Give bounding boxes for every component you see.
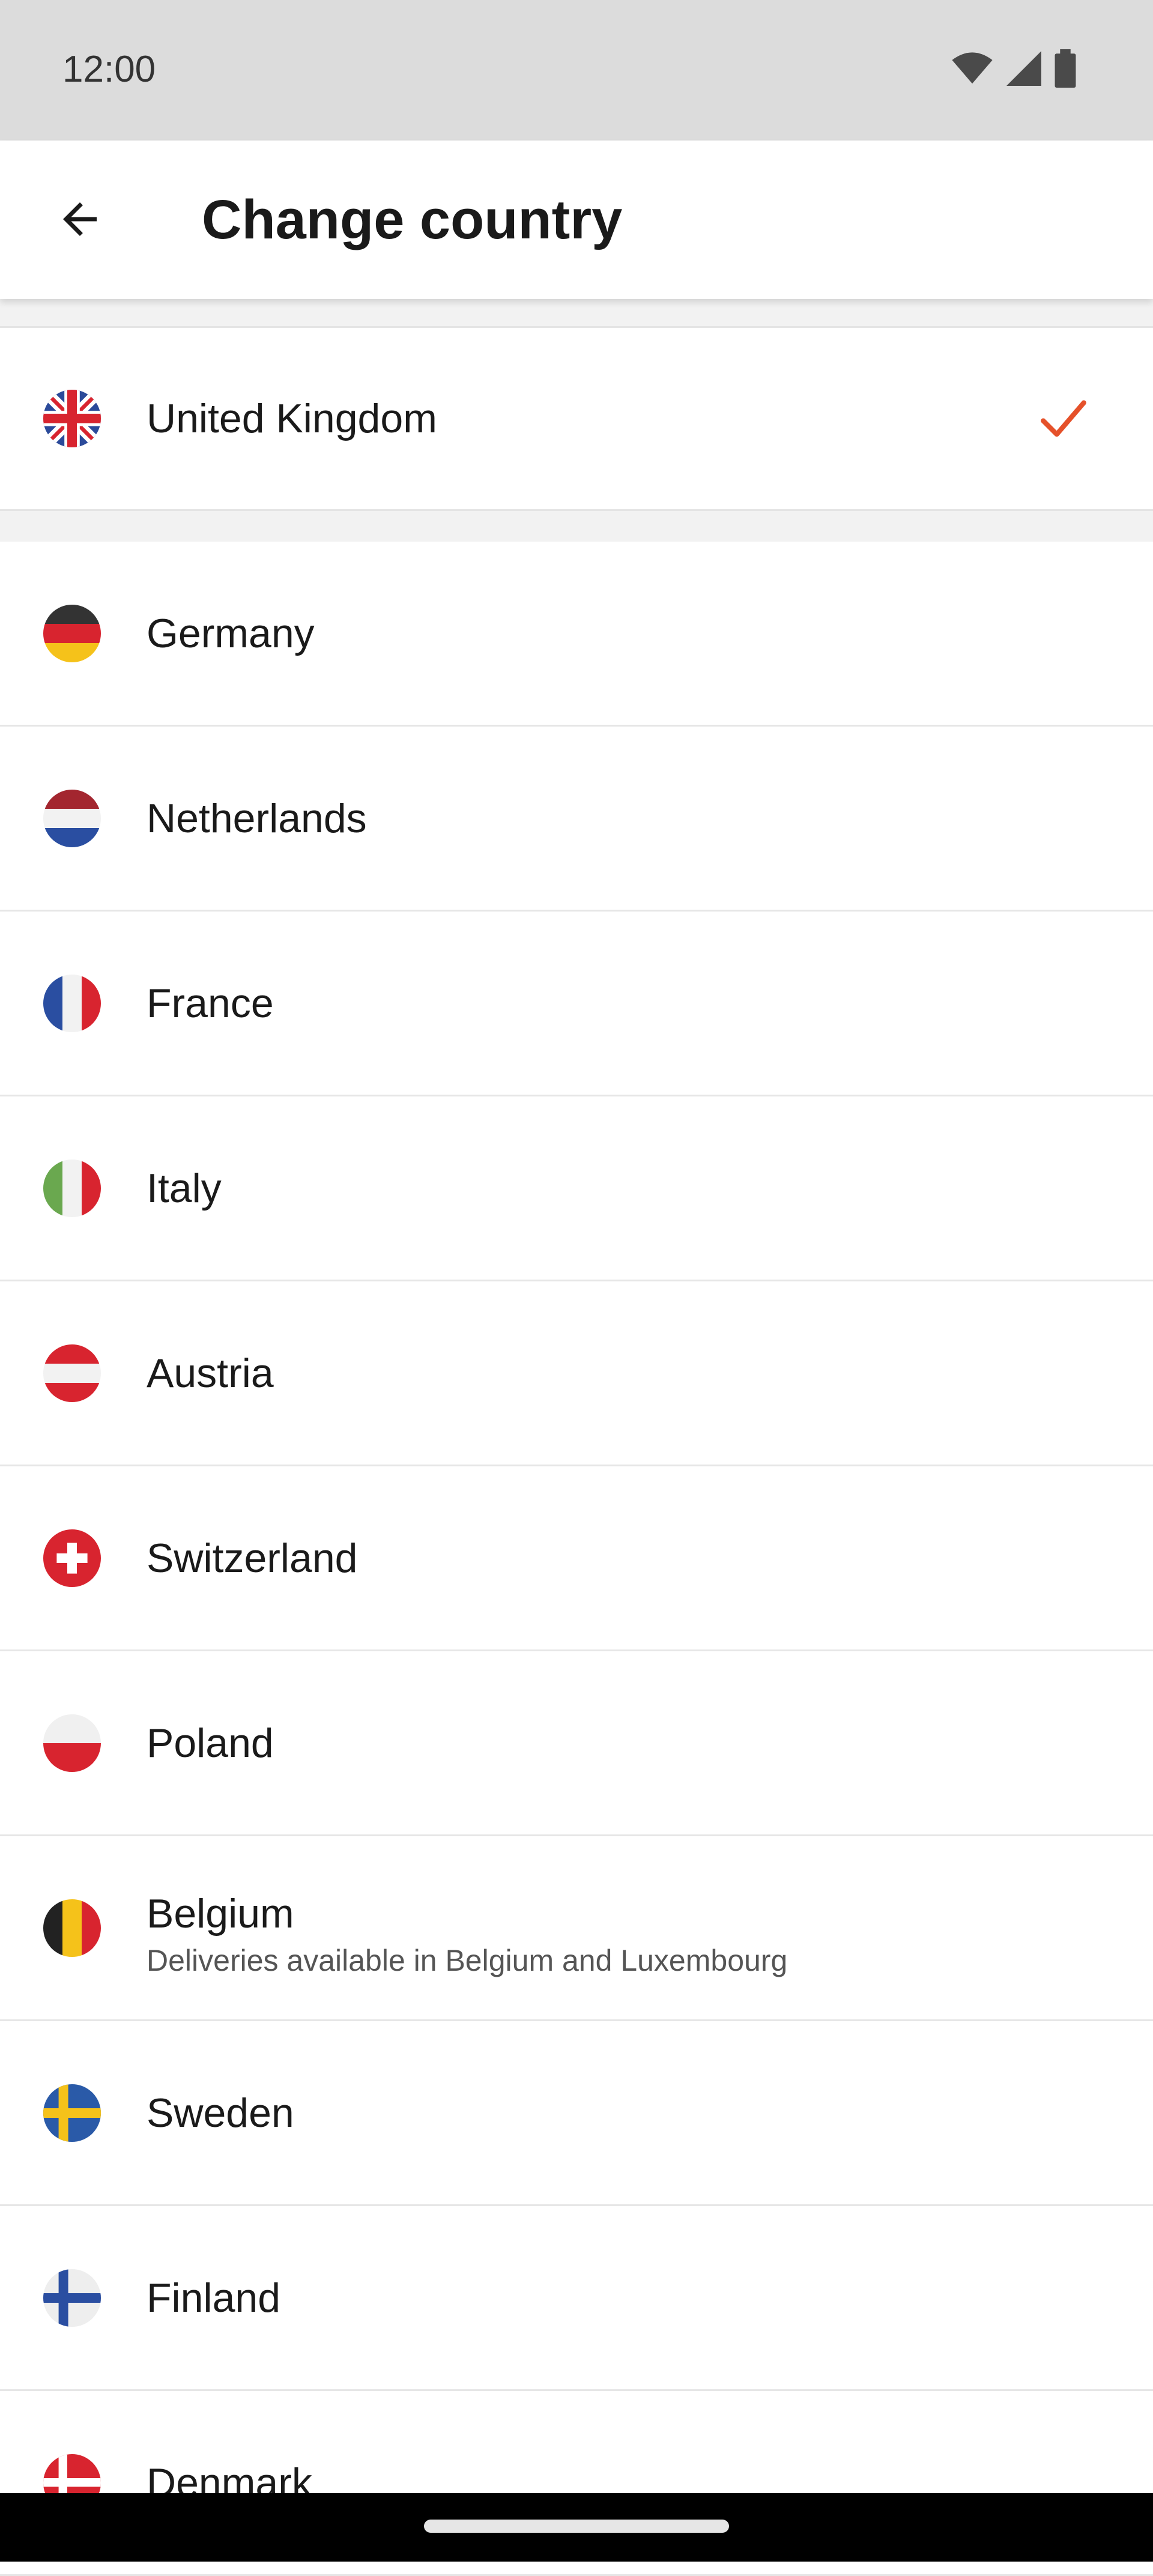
- country-subtitle: Deliveries available in Belgium and Luxe…: [147, 1944, 788, 1977]
- navigation-bar: [0, 2493, 1153, 2562]
- country-label: Austria: [147, 1350, 274, 1396]
- selected-country-label: United Kingdom: [147, 396, 437, 441]
- status-time: 12:00: [62, 49, 156, 90]
- battery-icon: [1055, 49, 1076, 88]
- country-label: France: [147, 980, 274, 1026]
- country-row-belgium[interactable]: Belgium Deliveries available in Belgium …: [0, 1836, 1153, 2021]
- germany-flag-icon: [43, 604, 101, 662]
- belgium-flag-icon: [43, 1899, 101, 1957]
- country-label: Finland: [147, 2275, 281, 2321]
- cellular-signal-icon: [1006, 51, 1041, 86]
- country-row-germany[interactable]: Germany: [0, 542, 1153, 727]
- country-label: Switzerland: [147, 1535, 358, 1581]
- country-row-sweden[interactable]: Sweden: [0, 2021, 1153, 2206]
- netherlands-flag-icon: [43, 789, 101, 847]
- app-bar: Change country: [0, 141, 1153, 299]
- country-row-austria[interactable]: Austria: [0, 1281, 1153, 1466]
- italy-flag-icon: [43, 1159, 101, 1217]
- country-label: Sweden: [147, 2090, 294, 2136]
- wifi-icon: [952, 52, 993, 84]
- country-label: Italy: [147, 1165, 222, 1211]
- switzerland-flag-icon: [43, 1529, 101, 1587]
- uk-flag-icon: [43, 390, 101, 447]
- back-button[interactable]: [42, 181, 118, 257]
- country-list: Germany Netherlands France Italy Austria…: [0, 542, 1153, 2576]
- country-label: Poland: [147, 1720, 274, 1766]
- country-row-finland[interactable]: Finland: [0, 2206, 1153, 2391]
- arrow-back-icon: [63, 202, 97, 236]
- selected-country-row[interactable]: United Kingdom: [0, 326, 1153, 511]
- poland-flag-icon: [43, 1714, 101, 1772]
- country-label: Netherlands: [147, 795, 367, 841]
- section-gap: [0, 299, 1153, 326]
- status-icons: [951, 49, 1076, 88]
- country-row-switzerland[interactable]: Switzerland: [0, 1466, 1153, 1651]
- country-row-italy[interactable]: Italy: [0, 1096, 1153, 1281]
- country-row-netherlands[interactable]: Netherlands: [0, 727, 1153, 912]
- status-bar: 12:00: [0, 0, 1153, 141]
- country-row-poland[interactable]: Poland: [0, 1651, 1153, 1836]
- austria-flag-icon: [43, 1344, 101, 1402]
- page-title: Change country: [202, 189, 623, 250]
- country-label: Belgium: [147, 1891, 294, 1937]
- finland-flag-icon: [43, 2269, 101, 2327]
- home-gesture-handle[interactable]: [424, 2520, 729, 2533]
- france-flag-icon: [43, 974, 101, 1032]
- country-row-france[interactable]: France: [0, 912, 1153, 1096]
- sweden-flag-icon: [43, 2084, 101, 2142]
- section-gap: [0, 511, 1153, 542]
- country-label: Germany: [147, 610, 315, 656]
- checkmark-icon: [1041, 400, 1086, 437]
